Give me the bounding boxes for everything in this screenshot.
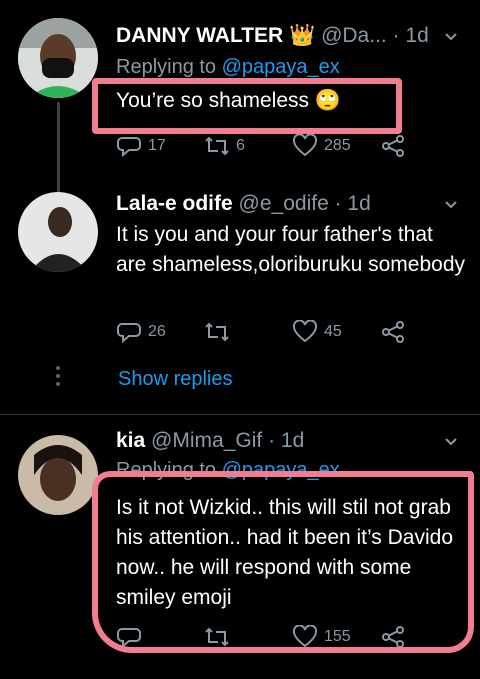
avatar-photo — [18, 435, 98, 515]
share-button[interactable] — [380, 625, 468, 649]
tweet-header: kia @Mima_Gif · 1d — [116, 429, 304, 453]
replying-to-label: Replying to — [116, 459, 217, 481]
tweet-header: Lala-e odife @e_odife · 1d — [116, 192, 371, 216]
retweet-button[interactable] — [204, 625, 292, 649]
reply-count: 26 — [148, 323, 166, 340]
avatar[interactable] — [18, 192, 98, 272]
replying-to-handle[interactable]: @papaya_ex — [222, 459, 340, 481]
heart-icon — [292, 320, 318, 343]
replying-to-label: Replying to — [116, 56, 217, 78]
retweet-count: 6 — [236, 137, 245, 154]
like-count: 155 — [324, 628, 351, 645]
replying-to-handle[interactable]: @papaya_ex — [222, 56, 340, 78]
chevron-down-icon[interactable] — [444, 198, 458, 212]
display-name[interactable]: DANNY WALTER — [116, 24, 283, 47]
tweet-text: You’re so shameless 🙄 — [116, 89, 341, 112]
timestamp[interactable]: · 1d — [335, 192, 371, 215]
chevron-down-icon[interactable] — [444, 435, 458, 449]
timestamp[interactable]: · 1d — [268, 429, 304, 452]
share-button[interactable] — [380, 134, 468, 158]
heart-icon — [292, 625, 318, 648]
like-button[interactable]: 285 — [292, 134, 380, 158]
share-icon — [382, 135, 404, 157]
avatar[interactable] — [18, 18, 98, 98]
tweet-text: It is you and your four father's that ar… — [116, 223, 466, 276]
tweet-lala-e-odife[interactable]: Lala-e odife @e_odife · 1d It is you and… — [0, 170, 480, 410]
show-replies-link[interactable]: Show replies — [118, 368, 233, 391]
like-button[interactable]: 155 — [292, 625, 380, 649]
tweet-kia[interactable]: kia @Mima_Gif · 1d Replying to @papaya_e… — [0, 415, 480, 679]
user-handle[interactable]: @Da... — [321, 24, 387, 47]
user-handle[interactable]: @e_odife — [239, 192, 329, 215]
retweet-button[interactable]: 6 — [204, 134, 292, 158]
reply-icon — [117, 628, 141, 649]
reply-count: 17 — [148, 137, 166, 154]
like-button[interactable]: 45 — [292, 320, 380, 344]
reply-button[interactable]: 26 — [116, 320, 204, 344]
share-icon — [382, 626, 404, 648]
retweet-button[interactable] — [204, 320, 292, 344]
display-name[interactable]: kia — [116, 429, 145, 452]
like-count: 285 — [324, 137, 351, 154]
avatar[interactable] — [18, 435, 98, 515]
reply-icon — [117, 323, 141, 344]
share-button[interactable] — [380, 320, 468, 344]
retweet-icon — [205, 322, 229, 342]
reply-icon — [117, 137, 141, 158]
retweet-icon — [205, 136, 229, 156]
avatar-photo — [18, 18, 98, 98]
reply-button[interactable] — [116, 625, 204, 649]
crown-badge-icon: 👑 — [289, 24, 316, 47]
user-handle[interactable]: @Mima_Gif — [151, 429, 262, 452]
display-name[interactable]: Lala-e odife — [116, 192, 233, 215]
avatar-photo — [18, 192, 98, 272]
tweet-actions: 155 — [116, 625, 468, 649]
timestamp[interactable]: · 1d — [393, 24, 429, 47]
tweet-danny-walter[interactable]: DANNY WALTER 👑 @Da... · 1d Replying to @… — [0, 0, 480, 197]
replying-to: Replying to @papaya_ex — [116, 56, 340, 79]
heart-icon — [292, 134, 318, 157]
retweet-icon — [205, 627, 229, 647]
tweet-actions: 26 45 — [116, 320, 468, 344]
thread-dots — [56, 366, 60, 390]
tweet-text: Is it not Wizkid.. this will stil not gr… — [116, 496, 453, 609]
like-count: 45 — [324, 323, 342, 340]
tweet-actions: 17 6 285 — [116, 134, 468, 158]
share-icon — [382, 321, 404, 343]
chevron-down-icon[interactable] — [444, 30, 458, 44]
replying-to: Replying to @papaya_ex — [116, 459, 340, 482]
reply-button[interactable]: 17 — [116, 134, 204, 158]
tweet-header: DANNY WALTER 👑 @Da... · 1d — [116, 24, 429, 48]
